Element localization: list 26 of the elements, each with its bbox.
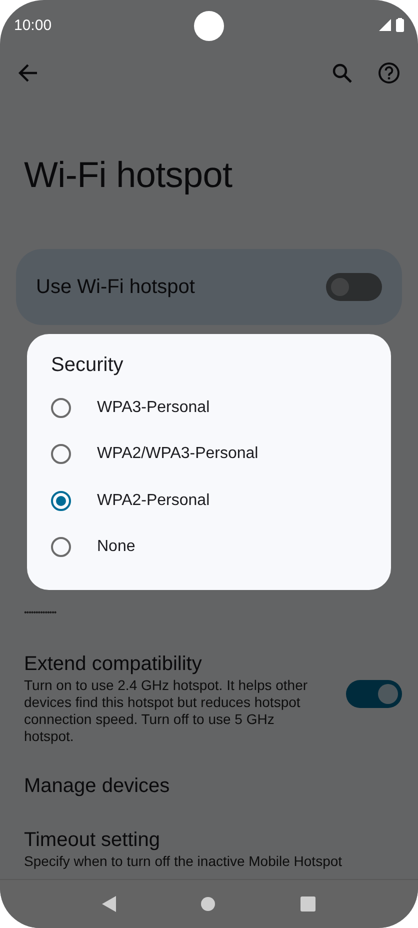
toggle-switch[interactable] [346,680,402,708]
camera-cutout [194,11,224,41]
help-icon[interactable] [378,62,400,84]
security-option[interactable]: WPA3-Personal [51,385,367,432]
security-option[interactable]: None [51,524,367,570]
switch-label: Use Wi-Fi hotspot [36,276,195,298]
password-value: •••••••••••••• [24,609,56,617]
back-arrow-icon[interactable] [18,64,38,82]
page-title: Wi-Fi hotspot [23,153,234,197]
recents-icon[interactable] [300,896,316,912]
radio-button[interactable] [51,444,71,464]
security-option[interactable]: WPA2/WPA3-Personal [51,431,367,478]
back-icon[interactable] [102,896,116,912]
signal-icon [379,19,391,31]
radio-button[interactable] [51,398,71,418]
security-option[interactable]: WPA2-Personal [51,478,367,524]
dialog-title: Security [51,354,124,377]
radio-button[interactable] [51,536,71,557]
search-icon[interactable] [332,63,352,83]
status-time: 10:00 [14,16,52,34]
radio-button[interactable] [51,490,71,511]
battery-icon [396,18,404,32]
toggle-switch[interactable] [326,273,382,301]
setting-description: Turn on to use 2.4 GHz hotspot. It helps other devices find this hotspot but reduces hotspot connection speed. Turn off to use 5 GHz hotspot. [24,677,309,745]
home-icon[interactable] [200,896,216,912]
setting-description: Specify when to turn off the inactive Mobile Hotspot [24,853,344,870]
